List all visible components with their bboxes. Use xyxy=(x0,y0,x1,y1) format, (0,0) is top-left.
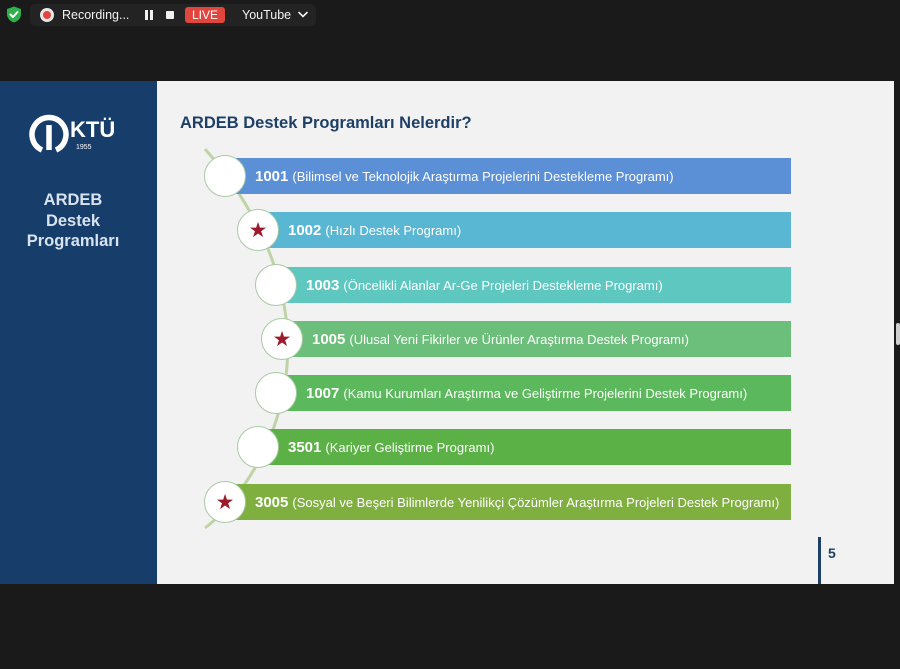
program-desc: (Kariyer Geliştirme Programı) xyxy=(325,439,495,455)
ktu-logo: KTÜ 1955 xyxy=(29,114,115,153)
page-divider xyxy=(818,537,821,584)
recording-control-group: Recording... LIVE YouTube xyxy=(30,4,316,26)
program-bar-1002[interactable]: 1002 (Hızlı Destek Programı) xyxy=(257,212,791,248)
sidebar-title: ARDEB Destek Programları xyxy=(0,190,146,252)
program-code: 1002 xyxy=(288,221,322,239)
program-bar-1007[interactable]: 1007 (Kamu Kurumları Araştırma ve Gelişti… xyxy=(275,375,791,411)
recording-status: Recording... xyxy=(62,8,130,22)
program-code: 1007 xyxy=(306,384,340,402)
slide-sidebar: KTÜ 1955 ARDEB Destek Programları xyxy=(0,81,157,584)
program-code: 1005 xyxy=(312,330,346,348)
program-code: 3501 xyxy=(288,438,322,456)
program-bar-3005[interactable]: 3005 (Sosyal ve Beşeri Bilimlerde Yenilik… xyxy=(225,484,791,520)
program-desc: (Bilimsel ve Teknolojik Araştırma Projel… xyxy=(292,168,674,184)
pause-icon[interactable] xyxy=(145,10,154,20)
resize-handle[interactable] xyxy=(896,323,900,345)
star-icon: ★ xyxy=(272,327,292,351)
presentation-slide: KTÜ 1955 ARDEB Destek Programları ARDEB … xyxy=(0,81,894,584)
program-timeline: 1001 (Bilimsel ve Teknolojik Araştırma Pr… xyxy=(157,81,894,584)
program-marker-3501 xyxy=(237,426,279,468)
logo-year: 1955 xyxy=(76,144,92,151)
program-desc: (Sosyal ve Beşeri Bilimlerde Yenilikçi Ç… xyxy=(292,494,780,510)
program-marker-1001 xyxy=(204,155,246,197)
star-icon: ★ xyxy=(248,218,268,242)
program-code: 1003 xyxy=(306,276,340,294)
program-bar-1001[interactable]: 1001 (Bilimsel ve Teknolojik Araştırma Pr… xyxy=(225,158,791,194)
program-bar-3501[interactable]: 3501 (Kariyer Geliştirme Programı) xyxy=(257,429,791,465)
program-marker-1002: ★ xyxy=(237,209,279,251)
chevron-down-icon[interactable] xyxy=(298,11,308,18)
live-badge: LIVE xyxy=(185,7,226,23)
slide-content: ARDEB Destek Programları Nelerdir? 1001(… xyxy=(157,81,894,584)
page-number: 5 xyxy=(828,545,836,561)
program-code: 3005 xyxy=(255,493,289,511)
program-code: 1001 xyxy=(255,167,289,185)
sidebar-title-line: Programları xyxy=(26,232,120,250)
program-bar-1005[interactable]: 1005 (Ulusal Yeni Fikirler ve Ürünler Ara… xyxy=(281,321,791,357)
sidebar-title-line: ARDEB xyxy=(43,191,103,209)
program-marker-1003 xyxy=(255,264,297,306)
program-marker-1005: ★ xyxy=(261,318,303,360)
program-desc: (Kamu Kurumları Araştırma ve Geliştirme … xyxy=(343,385,748,401)
record-dot-icon xyxy=(40,8,54,22)
program-desc: (Hızlı Destek Programı) xyxy=(325,222,462,238)
sidebar-title-line: Destek xyxy=(45,211,101,230)
program-marker-1007 xyxy=(255,372,297,414)
recording-toolbar: Recording... LIVE YouTube xyxy=(0,0,900,30)
logo-text: KTÜ xyxy=(70,117,115,142)
program-marker-3005: ★ xyxy=(204,481,246,523)
program-desc: (Ulusal Yeni Fikirler ve Ürünler Araştır… xyxy=(349,331,689,347)
shield-check-icon[interactable] xyxy=(6,6,22,23)
program-bar-1003[interactable]: 1003 (Öncelikli Alanlar Ar-Ge Projeleri D… xyxy=(275,267,791,303)
program-desc: (Öncelikli Alanlar Ar-Ge Projeleri Deste… xyxy=(343,277,663,293)
stream-target-select[interactable]: YouTube xyxy=(242,7,291,23)
stop-icon[interactable] xyxy=(166,11,174,19)
star-icon: ★ xyxy=(215,490,235,514)
